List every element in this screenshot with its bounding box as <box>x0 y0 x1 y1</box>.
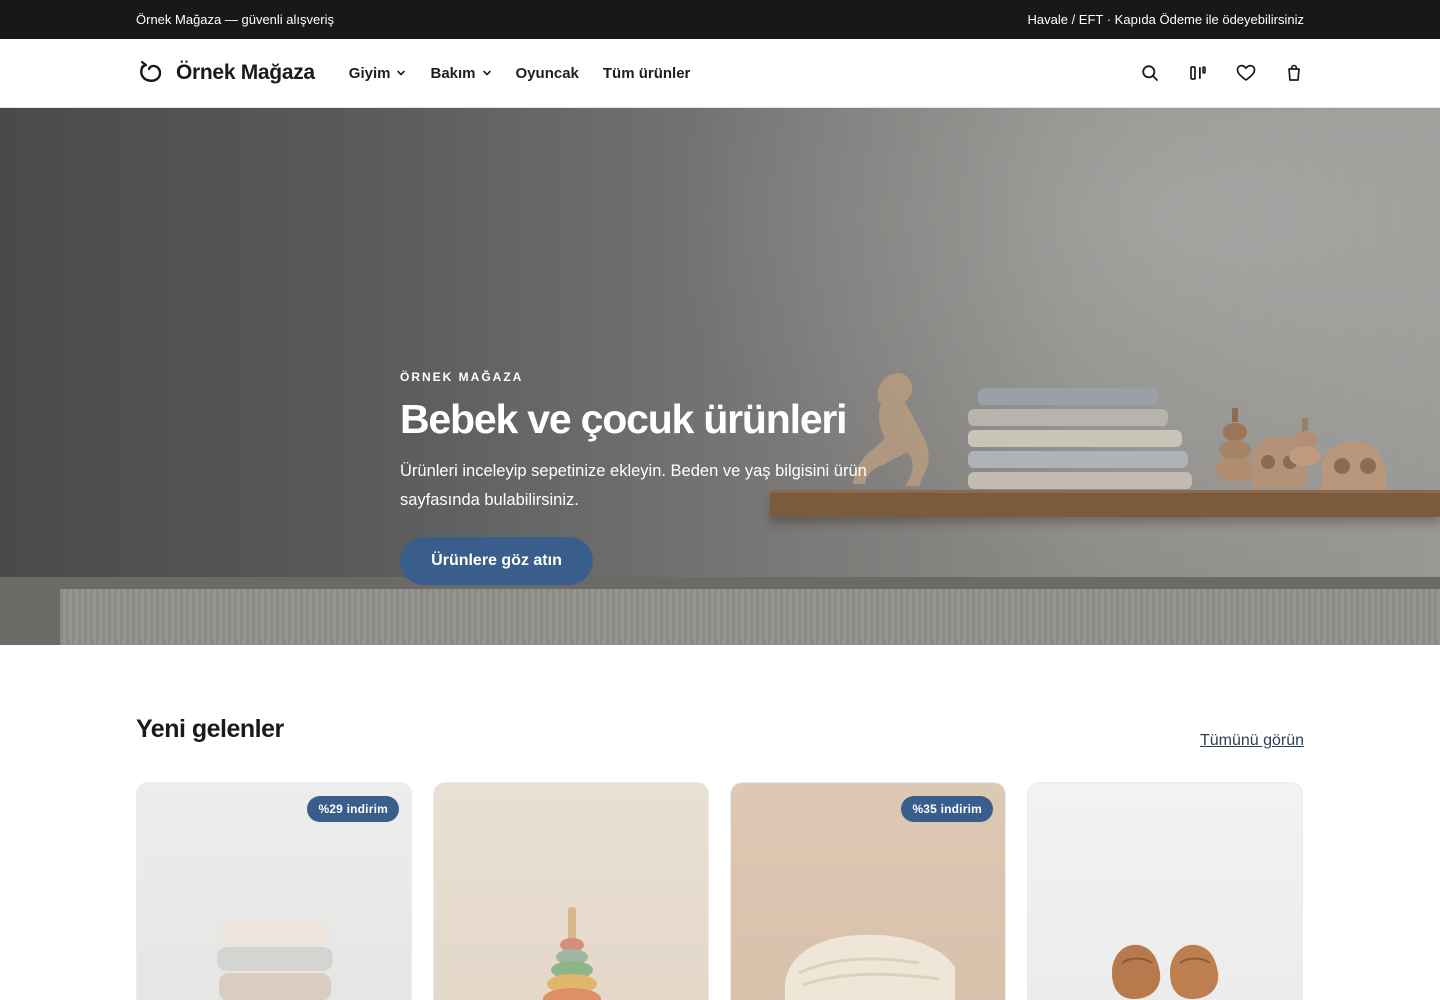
header-actions <box>1140 63 1304 83</box>
product-card[interactable]: %29 indirim <box>136 782 412 1000</box>
site-header: Örnek Mağaza Giyim Bakım Oyuncak Tüm ürü… <box>0 39 1440 108</box>
stacking-toy-image <box>543 907 601 1000</box>
view-all-link[interactable]: Tümünü görün <box>1200 732 1304 750</box>
logo-text: Örnek Mağaza <box>176 61 315 84</box>
hero-eyebrow: ÖRNEK MAĞAZA <box>400 370 524 384</box>
nav-item-tum-urunler[interactable]: Tüm ürünler <box>603 65 691 82</box>
discount-badge: %29 indirim <box>307 796 399 822</box>
search-button[interactable] <box>1140 63 1160 83</box>
nav-label: Giyim <box>348 64 391 82</box>
product-card[interactable] <box>1027 782 1303 1000</box>
discount-badge: %35 indirim <box>901 796 993 822</box>
folded-sweaters-image <box>217 921 333 1000</box>
hero-rug <box>60 589 1440 645</box>
announcement-left: Örnek Mağaza — güvenli alışveriş <box>136 12 334 27</box>
compare-icon <box>1190 66 1206 80</box>
nav-item-giyim[interactable]: Giyim <box>349 65 407 82</box>
store-logo[interactable]: Örnek Mağaza <box>136 58 315 88</box>
product-card[interactable] <box>433 782 709 1000</box>
folded-clothes-image <box>968 388 1194 492</box>
cart-button[interactable] <box>1284 63 1304 83</box>
new-arrivals-header: Yeni gelenler Tümünü görün <box>0 715 1440 749</box>
nav-label: Bakım <box>430 64 476 82</box>
nav-item-oyuncak[interactable]: Oyuncak <box>516 65 579 82</box>
heart-icon <box>1236 64 1256 81</box>
bag-icon <box>1288 64 1300 81</box>
wishlist-button[interactable] <box>1236 63 1256 83</box>
nav-item-bakim[interactable]: Bakım <box>430 65 491 82</box>
hero-content: ÖRNEK MAĞAZA Bebek ve çocuk ürünleri Ürü… <box>400 370 920 586</box>
wooden-toys-image <box>1215 408 1386 492</box>
main-nav: Giyim Bakım Oyuncak Tüm ürünler <box>349 65 691 82</box>
hero-banner: ÖRNEK MAĞAZA Bebek ve çocuk ürünleri Ürü… <box>0 108 1440 645</box>
browse-products-button[interactable]: Ürünlere göz atın <box>400 537 593 586</box>
product-grid: %29 indirim %35 indirim <box>0 782 1440 1000</box>
nav-label: Tüm ürünler <box>602 64 691 82</box>
search-icon <box>1142 65 1158 81</box>
announcement-bar: Örnek Mağaza — güvenli alışveriş Havale … <box>0 0 1440 39</box>
announcement-right: Havale / EFT · Kapıda Ödeme ile ödeyebil… <box>1027 12 1305 27</box>
product-card[interactable]: %35 indirim <box>730 782 1006 1000</box>
section-title: Yeni gelenler <box>136 715 284 743</box>
hero-title: Bebek ve çocuk ürünleri <box>400 396 848 442</box>
knit-blanket-image <box>785 934 955 1000</box>
compare-button[interactable] <box>1188 63 1208 83</box>
baby-shoes-image <box>1112 944 1219 999</box>
chevron-down-icon <box>482 70 491 76</box>
chevron-down-icon <box>397 70 406 76</box>
logo-icon <box>140 60 162 82</box>
nav-label: Oyuncak <box>515 64 579 82</box>
hero-description: Ürünleri inceleyip sepetinize ekleyin. B… <box>400 462 867 510</box>
